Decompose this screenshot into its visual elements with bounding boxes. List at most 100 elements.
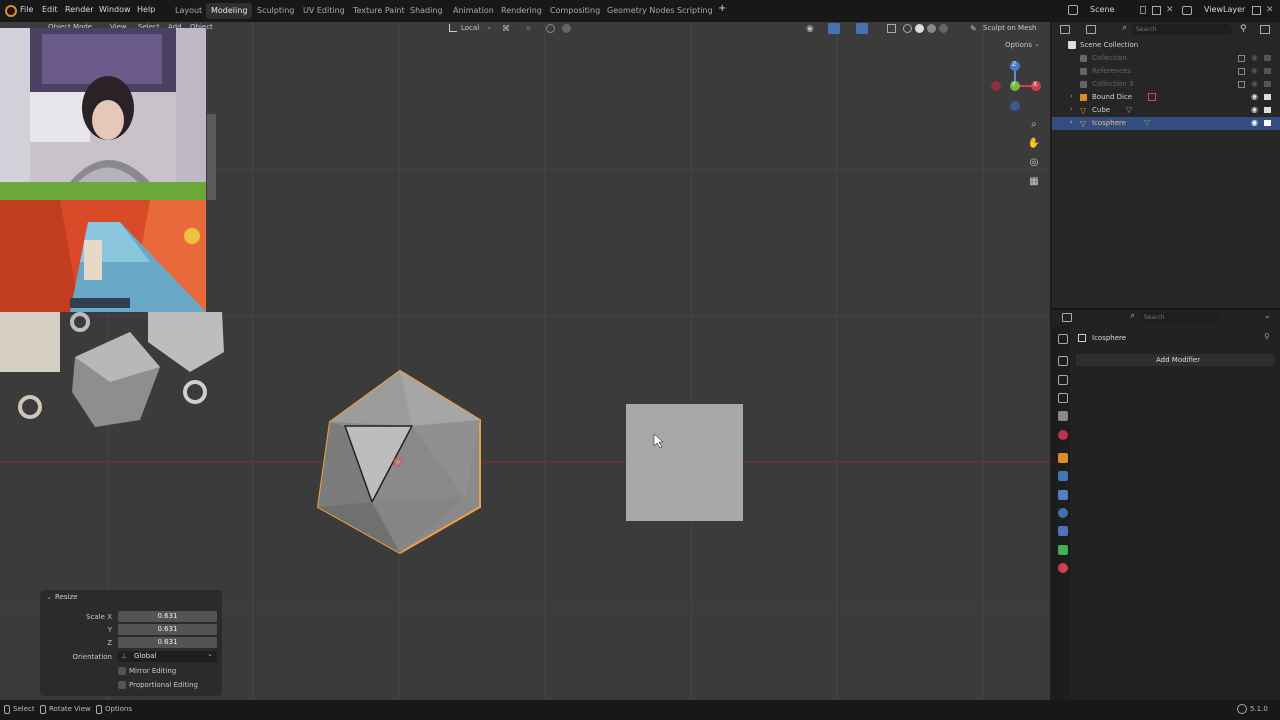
- exclude-checkbox[interactable]: [1238, 81, 1245, 88]
- output-tab-icon[interactable]: [1058, 375, 1068, 385]
- menu-window[interactable]: Window: [99, 5, 131, 14]
- viewport-options-button[interactable]: Options: [1005, 41, 1032, 49]
- wireframe-shading-icon[interactable]: [903, 24, 912, 33]
- exclude-checkbox[interactable]: [1238, 68, 1245, 75]
- exclude-checkbox[interactable]: [1238, 55, 1245, 62]
- proportional-editing-checkbox[interactable]: [118, 681, 126, 689]
- orientation-icon[interactable]: [449, 24, 457, 32]
- new-view-layer-icon[interactable]: [1252, 6, 1261, 15]
- scene-icon[interactable]: [1068, 5, 1078, 15]
- snap-target-icon[interactable]: ⌗: [526, 24, 531, 34]
- tab-layout[interactable]: Layout: [170, 3, 207, 19]
- properties-search-input[interactable]: [1140, 312, 1220, 323]
- zoom-icon[interactable]: ⌕: [1027, 118, 1041, 132]
- material-tab-icon[interactable]: [1058, 563, 1068, 573]
- physics-tab-icon[interactable]: [1058, 508, 1068, 518]
- render-tab-icon[interactable]: [1058, 356, 1068, 366]
- solid-shading-icon[interactable]: [915, 24, 924, 33]
- world-tab-icon[interactable]: [1058, 430, 1068, 440]
- proportional-edit-icon[interactable]: [546, 24, 555, 33]
- camera-icon[interactable]: ◎: [1027, 156, 1041, 170]
- modifier-tab-icon[interactable]: [1058, 471, 1068, 481]
- render-camera-icon[interactable]: [1264, 55, 1271, 61]
- pan-hand-icon[interactable]: ✋: [1027, 137, 1041, 151]
- orientation-dropdown[interactable]: ⊥ Global ⌄: [118, 650, 217, 662]
- view-layer-selector[interactable]: ViewLayer: [1204, 5, 1245, 14]
- tab-compositing[interactable]: Compositing: [545, 3, 605, 19]
- tab-rendering[interactable]: Rendering: [496, 3, 547, 19]
- panel-collapse-tab[interactable]: [207, 114, 216, 200]
- object-tab-icon[interactable]: [1058, 453, 1068, 463]
- menu-render[interactable]: Render: [65, 5, 93, 14]
- data-tab-icon[interactable]: [1058, 545, 1068, 555]
- render-camera-icon[interactable]: [1264, 120, 1271, 126]
- eye-icon[interactable]: ◉: [1251, 66, 1258, 75]
- visibility-icon[interactable]: ◉: [806, 24, 814, 34]
- view-layer-icon[interactable]: [1182, 6, 1192, 15]
- chevron-right-icon[interactable]: ›: [1070, 92, 1073, 100]
- pin-icon[interactable]: ⚲: [1264, 332, 1270, 341]
- tab-shading[interactable]: Shading: [405, 3, 448, 19]
- scale-y-field[interactable]: 0.631: [118, 624, 217, 635]
- menu-file[interactable]: File: [20, 5, 33, 14]
- editor-type-icon[interactable]: [1060, 25, 1070, 34]
- scale-x-field[interactable]: 0.631: [118, 611, 217, 622]
- render-camera-icon[interactable]: [1264, 94, 1271, 100]
- chevron-down-icon[interactable]: ⌄: [1264, 311, 1271, 320]
- render-camera-icon[interactable]: [1264, 107, 1271, 113]
- proportional-falloff-icon[interactable]: [562, 24, 571, 33]
- particles-tab-icon[interactable]: [1058, 490, 1068, 500]
- chevron-right-icon[interactable]: ›: [1070, 118, 1073, 126]
- filter-icon[interactable]: ⚲: [1240, 24, 1247, 34]
- render-camera-icon[interactable]: [1264, 68, 1271, 74]
- eye-icon[interactable]: ◉: [1251, 118, 1258, 127]
- resize-panel-title[interactable]: Resize: [55, 593, 77, 601]
- editor-type-icon[interactable]: [1062, 313, 1072, 322]
- tab-geometry-nodes[interactable]: Geometry Nodes: [602, 3, 679, 19]
- eye-icon[interactable]: ◉: [1251, 79, 1258, 88]
- rendered-shading-icon[interactable]: [939, 24, 948, 33]
- material-shading-icon[interactable]: [927, 24, 936, 33]
- transform-orientation-selector[interactable]: Local: [461, 24, 479, 32]
- sculpt-on-mesh-button[interactable]: Sculpt on Mesh: [983, 24, 1036, 32]
- outliner-item-collection[interactable]: Collection ◉: [1052, 52, 1280, 65]
- display-mode-icon[interactable]: [1086, 25, 1096, 34]
- scene-selector[interactable]: Scene: [1090, 5, 1114, 14]
- new-scene-icon[interactable]: [1152, 6, 1161, 15]
- chevron-right-icon[interactable]: ›: [1070, 105, 1073, 113]
- eye-icon[interactable]: ◉: [1251, 92, 1258, 101]
- chevron-down-icon[interactable]: ⌄: [46, 593, 52, 601]
- tab-sculpting[interactable]: Sculpting: [252, 3, 299, 19]
- add-modifier-button[interactable]: Add Modifier: [1076, 354, 1274, 366]
- tab-modeling[interactable]: Modeling: [206, 3, 253, 19]
- new-collection-icon[interactable]: [1260, 25, 1270, 34]
- tab-uv-editing[interactable]: UV Editing: [298, 3, 350, 19]
- render-camera-icon[interactable]: [1264, 81, 1271, 87]
- menu-edit[interactable]: Edit: [42, 5, 58, 14]
- view-layer-tab-icon[interactable]: [1058, 393, 1068, 403]
- scale-z-field[interactable]: 0.631: [118, 637, 217, 648]
- eye-icon[interactable]: ◉: [1251, 105, 1258, 114]
- delete-scene-icon[interactable]: ✕: [1166, 5, 1174, 15]
- overlay-toggle-icon[interactable]: [856, 23, 868, 34]
- xray-icon[interactable]: [887, 24, 896, 33]
- outliner-item-bound-dice[interactable]: › Bound Dice ◉: [1052, 91, 1280, 104]
- scene-tab-icon[interactable]: [1058, 411, 1068, 421]
- add-workspace-button[interactable]: +: [718, 3, 726, 14]
- perspective-grid-icon[interactable]: ▦: [1027, 175, 1041, 189]
- mirror-editing-checkbox[interactable]: [118, 667, 126, 675]
- tab-animation[interactable]: Animation: [448, 3, 499, 19]
- eye-icon[interactable]: ◉: [1251, 53, 1258, 62]
- gizmo-toggle-icon[interactable]: [828, 23, 840, 34]
- pin-icon[interactable]: [1140, 6, 1146, 14]
- outliner-scene-collection[interactable]: Scene Collection: [1052, 39, 1280, 52]
- tab-texture-paint[interactable]: Texture Paint: [348, 3, 410, 19]
- outliner-item-collection-3[interactable]: Collection 3 ◉: [1052, 78, 1280, 91]
- snap-icon[interactable]: ⌘: [502, 24, 510, 33]
- outliner-item-references[interactable]: References ◉: [1052, 65, 1280, 78]
- outliner-item-cube[interactable]: › ▽ Cube ▽ ◉: [1052, 104, 1280, 117]
- outliner-search-input[interactable]: [1132, 24, 1232, 35]
- menu-help[interactable]: Help: [137, 5, 155, 14]
- tab-scripting[interactable]: Scripting: [672, 3, 718, 19]
- constraints-tab-icon[interactable]: [1058, 526, 1068, 536]
